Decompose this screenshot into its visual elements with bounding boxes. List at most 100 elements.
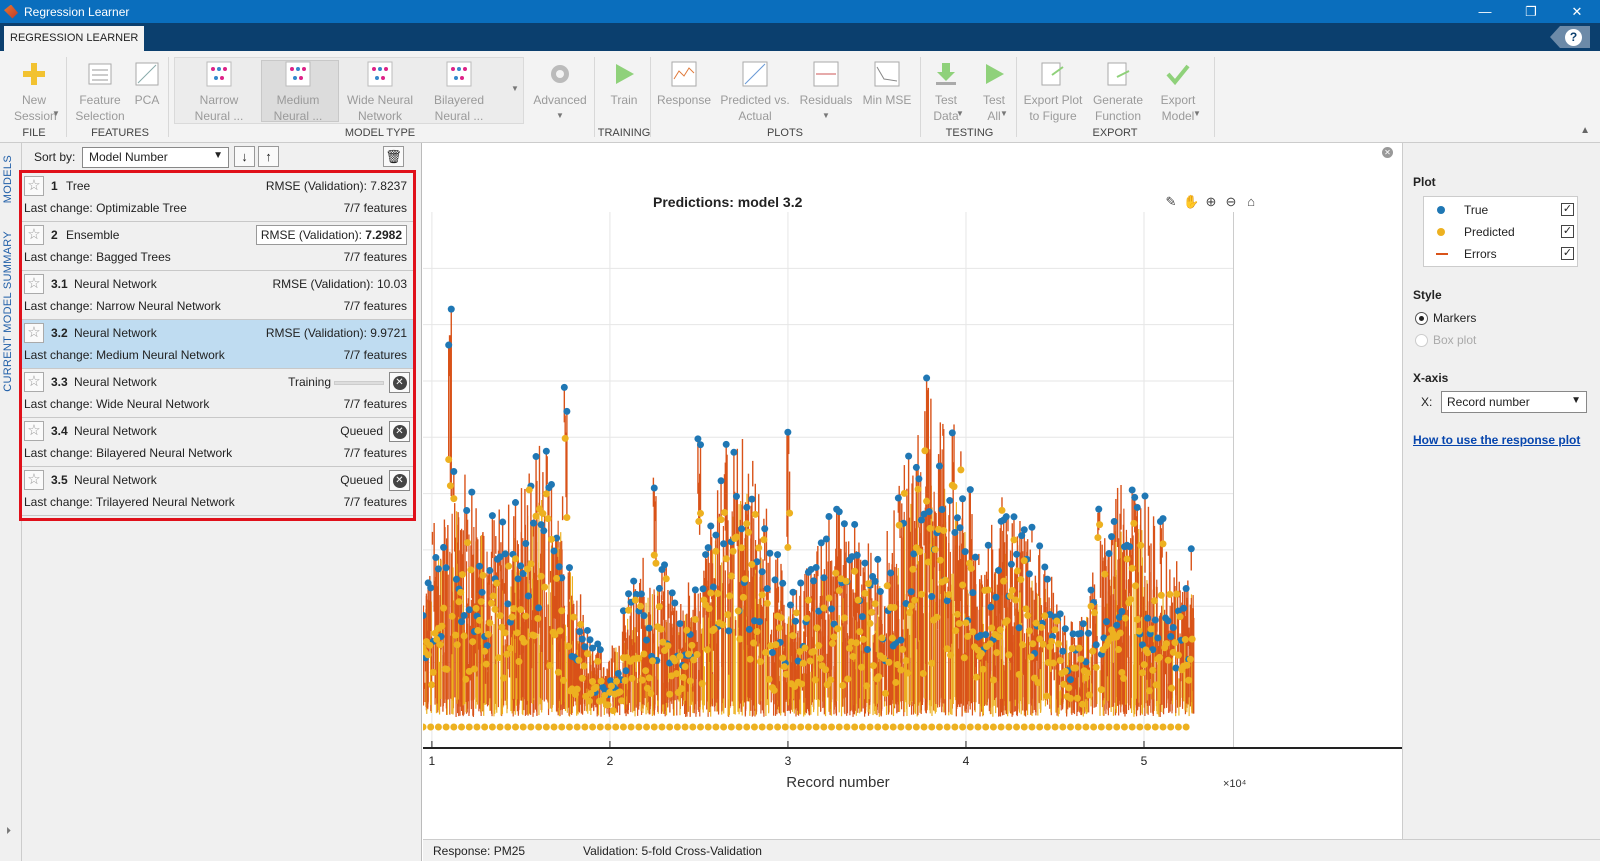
star-icon[interactable]: ☆ <box>24 274 44 294</box>
restore-button[interactable]: ❐ <box>1508 0 1554 23</box>
gallery-expand-icon[interactable]: ▼ <box>511 84 519 93</box>
model-row[interactable]: ☆ 3.4 Neural Network Queued ✕ Last chang… <box>22 418 413 467</box>
predicted-marker <box>638 676 646 684</box>
wide-neural-button[interactable]: Wide Neural Network <box>342 57 418 124</box>
predicted-marker <box>501 629 509 637</box>
bilayered-neural-button[interactable]: Bilayered Neural ... <box>424 57 494 124</box>
true-marker <box>946 497 954 505</box>
star-icon[interactable]: ☆ <box>24 176 44 196</box>
model-row[interactable]: ☆ 3.1 Neural Network RMSE (Validation): … <box>22 271 413 320</box>
model-row[interactable]: ☆ 2 Ensemble RMSE (Validation): 7.2982 L… <box>22 222 413 271</box>
predicted-marker <box>697 723 705 731</box>
narrow-neural-button[interactable]: Narrow Neural ... <box>184 57 254 124</box>
predicted-vs-actual-button[interactable]: Predicted vs. Actual <box>718 57 792 124</box>
model-number: 3.3 <box>51 375 68 389</box>
predicted-marker <box>458 571 466 579</box>
star-icon[interactable]: ☆ <box>24 323 44 343</box>
true-marker <box>1087 586 1095 594</box>
true-marker <box>702 551 710 559</box>
star-icon[interactable]: ☆ <box>24 470 44 490</box>
predicted-marker <box>920 723 928 731</box>
errors-checkbox[interactable]: ✓ <box>1561 247 1574 260</box>
generate-function-button[interactable]: Generate Function <box>1088 57 1148 124</box>
true-marker <box>768 649 776 657</box>
expand-panel-icon[interactable]: ⏵ <box>6 826 11 837</box>
predicted-marker <box>561 434 569 442</box>
title-bar: Regression Learner — ❐ ✕ <box>0 0 1600 23</box>
train-button[interactable]: Train <box>604 57 644 108</box>
predicted-marker <box>712 547 720 555</box>
medium-neural-button[interactable]: Medium Neural ... <box>263 57 333 124</box>
true-marker <box>1007 560 1015 568</box>
true-marker <box>1041 563 1049 571</box>
predicted-marker <box>1041 612 1049 620</box>
predicted-marker <box>640 650 648 658</box>
model-row[interactable]: ☆ 1 Tree RMSE (Validation): 7.8237 Last … <box>22 173 413 222</box>
predicted-marker <box>465 723 473 731</box>
star-icon[interactable]: ☆ <box>24 372 44 392</box>
train-label: Train <box>610 93 638 107</box>
true-checkbox[interactable]: ✓ <box>1561 203 1574 216</box>
sort-ascending-button[interactable]: ↑ <box>258 146 279 167</box>
new-session-button[interactable]: New Session <box>14 57 57 124</box>
predicted-checkbox[interactable]: ✓ <box>1561 225 1574 238</box>
tab-regression-learner[interactable]: REGRESSION LEARNER <box>4 26 145 51</box>
predicted-marker <box>438 622 446 630</box>
close-window-button[interactable]: ✕ <box>1554 0 1600 23</box>
response-chart[interactable]: 1 2 3 4 5 Record number ×10⁴ <box>423 143 1402 839</box>
true-marker <box>583 626 591 634</box>
cancel-queued-button[interactable]: ✕ <box>389 421 410 442</box>
box-plot-radio[interactable] <box>1415 334 1428 347</box>
predicted-marker <box>1101 570 1109 578</box>
true-marker <box>858 613 866 621</box>
true-marker <box>953 514 961 522</box>
pca-button[interactable]: PCA <box>130 57 164 108</box>
export-plot-button[interactable]: Export Plot to Figure <box>1020 57 1086 124</box>
star-icon[interactable]: ☆ <box>24 225 44 245</box>
model-number: 3.4 <box>51 424 68 438</box>
predicted-marker <box>542 490 550 498</box>
predicted-marker <box>1126 595 1134 603</box>
xaxis-dropdown[interactable]: Record number ▼ <box>1441 391 1587 413</box>
predicted-marker <box>892 678 900 686</box>
predicted-marker <box>727 572 735 580</box>
predicted-marker <box>530 632 538 640</box>
predicted-marker <box>1113 723 1121 731</box>
minimize-button[interactable]: — <box>1462 0 1508 23</box>
response-button[interactable]: Response <box>656 57 712 108</box>
predicted-marker <box>1188 635 1196 643</box>
cancel-training-button[interactable]: ✕ <box>389 372 410 393</box>
min-mse-button[interactable]: Min MSE <box>860 57 914 108</box>
model-row[interactable]: ☆ 3.5 Neural Network Queued ✕ Last chang… <box>22 467 413 516</box>
residuals-label: Residuals <box>799 93 853 107</box>
last-change: Last change: Narrow Neural Network <box>24 299 221 313</box>
feature-selection-button[interactable]: Feature Selection <box>74 57 126 124</box>
predicted-marker <box>450 495 458 503</box>
delete-model-button[interactable]: 🗑 <box>383 146 404 167</box>
sort-dropdown[interactable]: Model Number ▼ <box>82 147 229 168</box>
true-marker <box>905 452 913 460</box>
advanced-button[interactable]: Advanced ▼ <box>530 57 590 124</box>
predicted-marker <box>924 558 932 566</box>
predicted-marker <box>578 674 586 682</box>
predicted-marker <box>616 688 624 696</box>
response-plot-help-link[interactable]: How to use the response plot <box>1413 433 1580 447</box>
model-row[interactable]: ☆ 3.3 Neural Network Training ✕ Last cha… <box>22 369 413 418</box>
predicted-marker <box>846 644 854 652</box>
predicted-marker <box>704 723 712 731</box>
tab-current-model-summary[interactable]: CURRENT MODEL SUMMARY <box>2 231 14 392</box>
last-change: Last change: Bagged Trees <box>24 250 171 264</box>
help-button[interactable]: ? <box>1550 26 1590 48</box>
collapse-ribbon-icon[interactable]: ▲ <box>1580 125 1590 136</box>
model-row-selected[interactable]: ☆ 3.2 Neural Network RMSE (Validation): … <box>22 320 413 369</box>
markers-radio[interactable] <box>1415 312 1428 325</box>
true-marker <box>897 636 905 644</box>
tab-models[interactable]: MODELS <box>2 155 14 203</box>
sort-descending-button[interactable]: ↓ <box>234 146 255 167</box>
x-tick-label: 1 <box>429 754 436 768</box>
residuals-button[interactable]: Residuals ▼ <box>798 57 854 124</box>
star-icon[interactable]: ☆ <box>24 421 44 441</box>
predicted-marker <box>1074 723 1082 731</box>
true-marker <box>748 495 756 503</box>
cancel-queued-button[interactable]: ✕ <box>389 470 410 491</box>
